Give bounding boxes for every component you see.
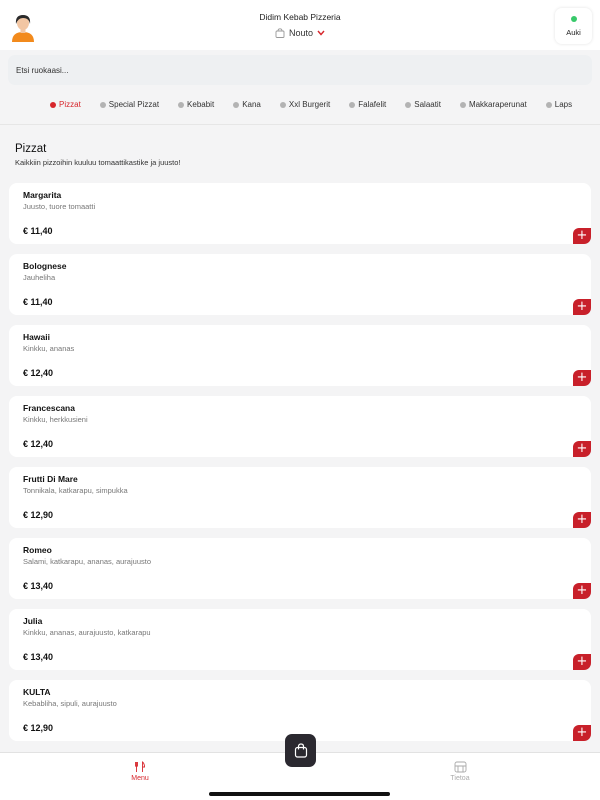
category-tab[interactable]: Xxl Burgerit (279, 100, 331, 109)
category-dot-icon (459, 101, 466, 108)
menu-item-card[interactable]: Margarita Juusto, tuore tomaatti € 11,40 + (9, 183, 591, 244)
item-price: € 12,90 (23, 723, 54, 733)
item-price: € 13,40 (23, 652, 54, 662)
item-price: € 12,40 (23, 439, 54, 449)
item-name: Hawaii (23, 332, 50, 342)
category-tabs: Pizzat Special Pizzat Kebabit Kana Xxl Burge… (50, 100, 591, 109)
add-to-cart-button[interactable]: + (573, 583, 591, 599)
pickup-label: Nouto (288, 28, 314, 38)
category-tab[interactable]: Makkaraperunat (459, 100, 527, 109)
category-label: Xxl Burgerit (288, 100, 331, 109)
section-header: Pizzat Kaikkiin pizzoihin kuuluu tomaatt… (15, 143, 181, 167)
item-description: Salami, katkarapu, ananas, aurajuusto (23, 557, 151, 566)
chevron-down-icon (317, 30, 325, 36)
tab-menu-label: Menu (131, 775, 149, 782)
item-name: Margarita (23, 190, 62, 200)
tab-menu[interactable]: Menu (110, 761, 170, 782)
fork-knife-icon (135, 761, 145, 772)
item-name: KULTA (23, 687, 51, 697)
status-label: Auki (566, 28, 581, 37)
section-title: Pizzat (15, 143, 47, 155)
category-tab[interactable]: Salaatit (405, 100, 441, 109)
item-description: Kinkku, ananas, aurajuusto, katkarapu (23, 628, 151, 637)
menu-item-card[interactable]: Francescana Kinkku, herkkusieni € 12,40 + (9, 396, 591, 457)
add-to-cart-button[interactable]: + (573, 512, 591, 528)
menu-item-card[interactable]: KULTA Kebabliha, sipuli, aurajuusto € 12,9… (9, 680, 591, 741)
bag-icon (275, 28, 285, 38)
shop-name: Didim Kebab Pizzeria (259, 12, 341, 22)
category-label: Kebabit (187, 100, 215, 109)
add-to-cart-button[interactable]: + (573, 370, 591, 386)
item-name: Frutti Di Mare (23, 474, 78, 484)
item-description: Kebabliha, sipuli, aurajuusto (23, 699, 117, 708)
category-dot-icon (405, 101, 412, 108)
menu-item-card[interactable]: Bolognese Jauheliha € 11,40 + (9, 254, 591, 315)
item-description: Jauheliha (23, 273, 56, 282)
home-indicator (209, 792, 390, 796)
add-to-cart-button[interactable]: + (573, 441, 591, 457)
item-price: € 12,90 (23, 510, 54, 520)
open-status-badge: Auki (555, 8, 592, 44)
app-header: Didim Kebab Pizzeria Nouto Auki (0, 0, 600, 50)
cart-button[interactable] (285, 734, 316, 767)
divider (0, 124, 600, 125)
item-name: Romeo (23, 545, 52, 555)
category-tab[interactable]: Special Pizzat (99, 100, 160, 109)
category-tab[interactable]: Kebabit (178, 100, 214, 109)
item-name: Bolognese (23, 261, 67, 271)
menu-item-list: Margarita Juusto, tuore tomaatti € 11,40 + B… (9, 183, 591, 751)
add-to-cart-button[interactable]: + (573, 725, 591, 741)
category-label: Kana (242, 100, 261, 109)
tab-info-label: Tietoa (450, 775, 470, 782)
menu-item-card[interactable]: Julia Kinkku, ananas, aurajuusto, katkara… (9, 609, 591, 670)
item-description: Juusto, tuore tomaatti (23, 202, 96, 211)
category-tab[interactable]: Kana (233, 100, 261, 109)
item-price: € 11,40 (23, 226, 53, 236)
category-label: Special Pizzat (108, 100, 160, 109)
category-dot-icon (233, 101, 240, 108)
menu-item-card[interactable]: Romeo Salami, katkarapu, ananas, aurajuus… (9, 538, 591, 599)
category-dot-icon (178, 101, 185, 108)
shopping-bag-icon (294, 743, 307, 758)
item-name: Francescana (23, 403, 75, 413)
item-name: Julia (23, 616, 43, 626)
item-description: Kinkku, ananas (23, 344, 75, 353)
category-dot-icon (349, 101, 356, 108)
category-tab[interactable]: Laps (545, 100, 573, 109)
category-label: Makkaraperunat (468, 100, 527, 109)
item-description: Kinkku, herkkusieni (23, 415, 88, 424)
category-dot-icon (545, 101, 552, 108)
tab-info[interactable]: Tietoa (430, 761, 490, 782)
category-label: Pizzat (59, 100, 81, 109)
category-label: Laps (554, 100, 573, 109)
add-to-cart-button[interactable]: + (573, 228, 591, 244)
item-price: € 13,40 (23, 581, 54, 591)
section-subtitle: Kaikkiin pizzoihin kuuluu tomaattikastik… (15, 158, 181, 167)
menu-item-card[interactable]: Hawaii Kinkku, ananas € 12,40 + (9, 325, 591, 386)
menu-item-card[interactable]: Frutti Di Mare Tonnikala, katkarapu, simp… (9, 467, 591, 528)
category-tab[interactable]: Pizzat (50, 100, 81, 109)
item-price: € 12,40 (23, 368, 54, 378)
category-tab[interactable]: Falafelit (349, 100, 386, 109)
store-icon (454, 761, 466, 773)
search-input[interactable] (8, 55, 592, 85)
category-dot-icon (99, 101, 106, 108)
add-to-cart-button[interactable]: + (573, 299, 591, 315)
item-price: € 11,40 (23, 297, 53, 307)
pickup-selector[interactable]: Nouto (0, 28, 600, 38)
item-description: Tonnikala, katkarapu, simpukka (23, 486, 128, 495)
status-dot-icon (570, 16, 577, 22)
add-to-cart-button[interactable]: + (573, 654, 591, 670)
category-dot-icon (279, 101, 286, 108)
category-label: Salaatit (414, 100, 441, 109)
category-dot-icon (50, 101, 56, 108)
category-label: Falafelit (358, 100, 387, 109)
